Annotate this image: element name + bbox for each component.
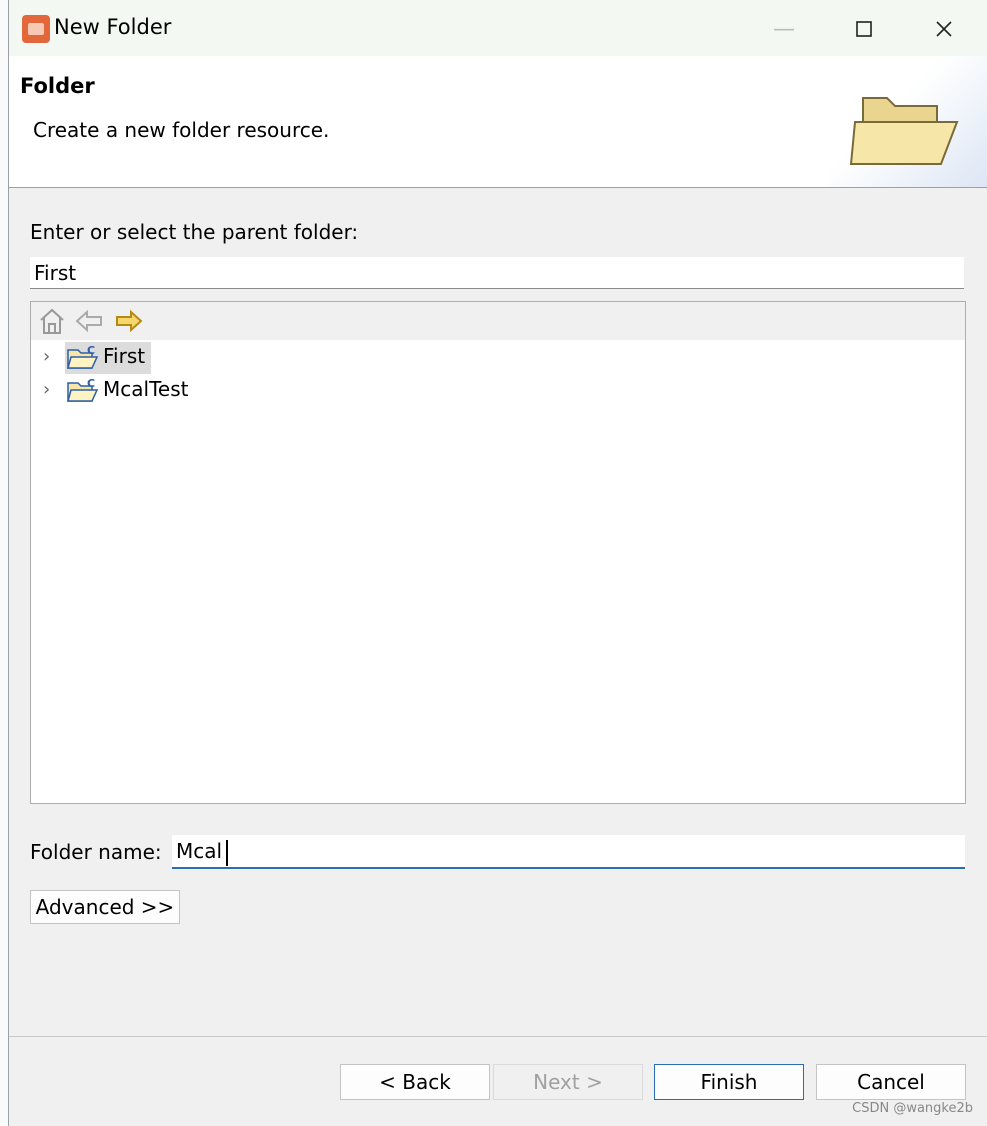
folder-name-label: Folder name: <box>30 840 162 864</box>
banner-title: Folder <box>20 74 95 98</box>
close-icon[interactable] <box>919 8 969 50</box>
svg-text:C: C <box>87 344 95 357</box>
tree-toolbar <box>31 302 965 340</box>
advanced-button[interactable]: Advanced >> <box>30 890 180 924</box>
banner-description: Create a new folder resource. <box>33 118 330 142</box>
parent-folder-input[interactable] <box>30 257 964 289</box>
tree-item-first[interactable]: › C First <box>31 342 965 374</box>
wizard-banner: Folder Create a new folder resource. <box>9 56 987 188</box>
tree-item-label: McalTest <box>103 377 189 401</box>
folder-name-input[interactable] <box>172 835 965 869</box>
c-project-folder-icon: C <box>67 377 99 402</box>
back-button[interactable]: < Back <box>340 1064 490 1100</box>
minimize-icon[interactable]: — <box>759 8 809 50</box>
tree-item-label: First <box>103 344 146 368</box>
next-button[interactable]: Next > <box>493 1064 643 1100</box>
footer-divider <box>9 1036 987 1037</box>
finish-button[interactable]: Finish <box>654 1064 804 1100</box>
forward-arrow-icon[interactable] <box>114 306 144 336</box>
parent-folder-label: Enter or select the parent folder: <box>30 220 359 244</box>
back-arrow-icon[interactable] <box>74 306 104 336</box>
home-icon[interactable] <box>37 306 67 336</box>
folder-tree[interactable]: › C First › C McalTest <box>30 301 966 804</box>
window-title: New Folder <box>54 15 172 39</box>
chevron-right-icon[interactable]: › <box>43 346 57 368</box>
title-bar: New Folder — <box>9 0 987 56</box>
c-project-folder-icon: C <box>67 344 99 369</box>
watermark: CSDN @wangke2b <box>852 1101 973 1116</box>
eclipse-app-icon <box>22 15 50 43</box>
tree-item-mcaltest[interactable]: › C McalTest <box>31 375 965 407</box>
cancel-button[interactable]: Cancel <box>816 1064 966 1100</box>
chevron-right-icon[interactable]: › <box>43 379 57 401</box>
text-caret <box>226 840 228 866</box>
svg-text:C: C <box>87 377 95 390</box>
maximize-icon[interactable] <box>839 8 889 50</box>
open-folder-icon <box>849 97 959 165</box>
new-folder-dialog: New Folder — Folder Create a new folder … <box>8 0 987 1126</box>
